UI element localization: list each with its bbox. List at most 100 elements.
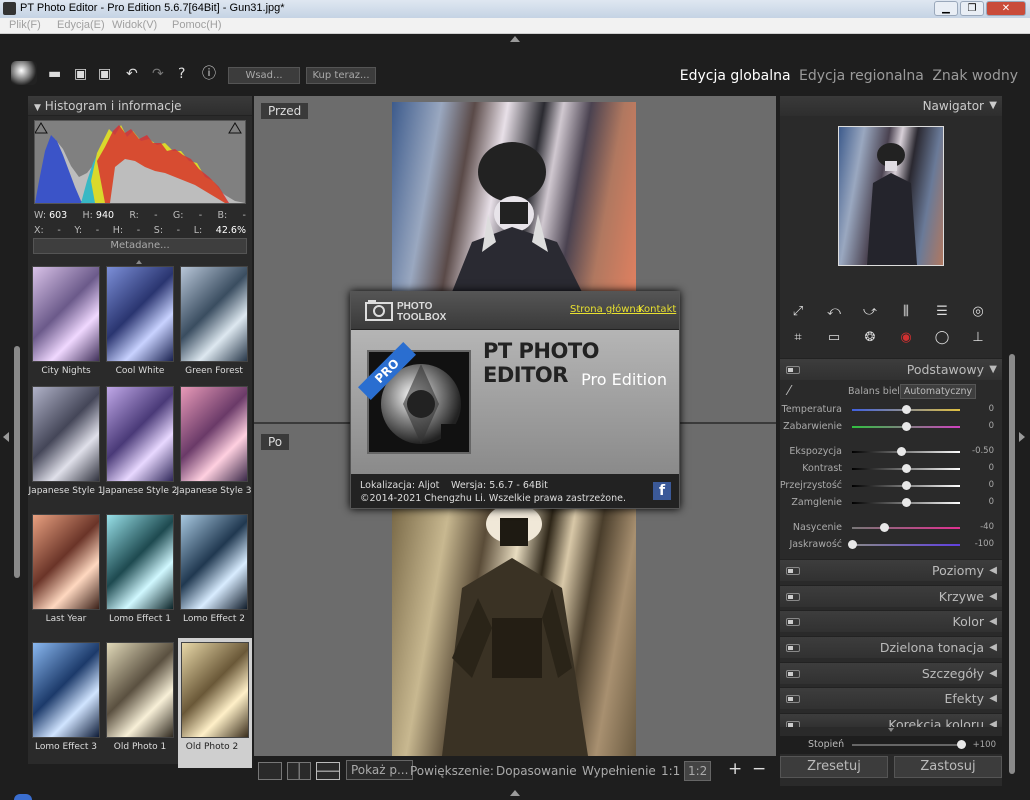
taskbar-start-icon[interactable] <box>14 794 32 800</box>
slider-track[interactable] <box>852 527 960 529</box>
open-folder-icon[interactable]: ▬ <box>48 67 61 81</box>
navigator-thumbnail[interactable] <box>838 126 944 266</box>
preset-city-nights[interactable]: City Nights <box>32 266 104 392</box>
tab-global-edit[interactable]: Edycja globalna <box>680 68 791 84</box>
details-section-header[interactable]: Szczegóły ◀ <box>780 662 1002 684</box>
fit-button[interactable]: Dopasowanie <box>496 764 577 778</box>
degree-knob[interactable] <box>957 740 966 749</box>
toggle-icon[interactable] <box>786 695 800 703</box>
show-original-button[interactable]: Pokaż p... <box>346 760 414 780</box>
zoom-in-icon[interactable]: + <box>728 759 742 779</box>
left-scrollbar[interactable] <box>14 346 20 578</box>
resize-icon[interactable]: ⤢ <box>789 304 807 320</box>
metadata-button[interactable]: Metadane... <box>33 238 247 254</box>
white-balance-select[interactable]: Automatyczny <box>900 384 976 399</box>
preset-japanese-style-1[interactable]: Japanese Style 1 <box>29 386 104 512</box>
lens-correction-icon[interactable]: ◎ <box>969 304 987 320</box>
preset-green-forest[interactable]: Green Forest <box>180 266 252 392</box>
contact-link[interactable]: Kontakt <box>638 304 676 315</box>
apply-button[interactable]: Zastosuj <box>894 756 1002 778</box>
toggle-icon[interactable] <box>786 366 800 374</box>
toggle-icon[interactable] <box>786 567 800 575</box>
buy-now-button[interactable]: Kup teraz... <box>306 67 376 84</box>
red-eye-icon[interactable]: ◉ <box>897 330 915 346</box>
help-icon[interactable]: ? <box>178 67 185 81</box>
collapse-left-arrow-icon[interactable] <box>3 432 9 442</box>
home-page-link[interactable]: Strona główna <box>570 304 642 315</box>
vignette-icon[interactable]: ❂ <box>861 330 879 346</box>
restore-icon[interactable]: ❐ <box>960 1 984 16</box>
spot-removal-icon[interactable]: ◯ <box>933 330 951 346</box>
facebook-icon[interactable]: f <box>653 482 671 500</box>
color-correction-section-header[interactable]: Korekcja koloru ◀ <box>780 713 1002 727</box>
splitter-arrow-icon[interactable] <box>136 260 142 264</box>
tab-watermark[interactable]: Znak wodny <box>932 68 1018 84</box>
slider-knob[interactable] <box>880 523 889 532</box>
rotate-right-icon[interactable]: ⤻ <box>861 304 879 320</box>
preset-japanese-style-3[interactable]: Japanese Style 3 <box>177 386 252 512</box>
collapse-bottom-arrow-icon[interactable] <box>510 790 520 796</box>
preset-old-photo-1[interactable]: Old Photo 1 <box>106 642 178 768</box>
levels-section-header[interactable]: Poziomy ◀ <box>780 559 1002 581</box>
batch-button[interactable]: Wsad... <box>228 67 300 84</box>
menu-view[interactable]: Widok(V) <box>112 19 157 31</box>
crop-icon[interactable]: ⌗ <box>789 330 807 346</box>
toggle-icon[interactable] <box>786 618 800 626</box>
toggle-icon[interactable] <box>786 721 800 727</box>
tab-regional-edit[interactable]: Edycja regionalna <box>799 68 924 84</box>
flip-horizontal-icon[interactable]: ⫼ <box>897 304 915 320</box>
slider-knob[interactable] <box>848 540 857 549</box>
clone-stamp-icon[interactable]: ⊥ <box>969 330 987 346</box>
save-as-icon[interactable]: ▣ <box>98 67 111 81</box>
splitter-arrow-icon[interactable] <box>888 728 894 732</box>
navigator-header[interactable]: Nawigator ▼ <box>780 96 1002 116</box>
slider-knob[interactable] <box>902 498 911 507</box>
preset-lomo-effect-3[interactable]: Lomo Effect 3 <box>32 642 104 768</box>
slider-track[interactable] <box>852 451 960 453</box>
reset-button[interactable]: Zresetuj <box>780 756 888 778</box>
histogram-header[interactable]: ▼ Histogram i informacje <box>28 96 252 116</box>
slider-knob[interactable] <box>902 405 911 414</box>
toggle-icon[interactable] <box>786 593 800 601</box>
fill-button[interactable]: Wypełnienie <box>582 764 656 778</box>
toggle-icon[interactable] <box>786 644 800 652</box>
close-icon[interactable]: ✕ <box>986 1 1026 16</box>
zoom-1-1-button[interactable]: 1:1 <box>661 764 680 778</box>
slider-knob[interactable] <box>897 447 906 456</box>
curves-section-header[interactable]: Krzywe ◀ <box>780 585 1002 607</box>
single-view-icon[interactable] <box>258 762 282 780</box>
menu-edit[interactable]: Edycja(E) <box>57 19 105 31</box>
toggle-icon[interactable] <box>786 670 800 678</box>
preset-last-year[interactable]: Last Year <box>32 514 104 640</box>
slider-knob[interactable] <box>902 481 911 490</box>
minimize-icon[interactable]: ▁ <box>934 1 958 16</box>
preset-old-photo-2[interactable]: Old Photo 2 <box>178 638 252 768</box>
basic-section-header[interactable]: Podstawowy ▼ <box>780 358 1002 380</box>
split-view-icon[interactable] <box>316 762 340 780</box>
color-section-header[interactable]: Kolor ◀ <box>780 610 1002 632</box>
zoom-out-icon[interactable]: − <box>752 759 766 779</box>
eyedropper-icon[interactable]: ⁄ <box>788 384 790 399</box>
right-scrollbar[interactable] <box>1009 354 1015 774</box>
preset-cool-white[interactable]: Cool White <box>106 266 178 392</box>
preset-lomo-effect-1[interactable]: Lomo Effect 1 <box>106 514 178 640</box>
navigator[interactable] <box>780 116 1002 292</box>
rotate-left-icon[interactable]: ⤺ <box>825 304 843 320</box>
redo-icon[interactable]: ↷ <box>152 67 164 81</box>
flip-vertical-icon[interactable]: ☰ <box>933 304 951 320</box>
slider-knob[interactable] <box>902 422 911 431</box>
collapse-top-arrow-icon[interactable] <box>510 36 520 42</box>
split-toning-section-header[interactable]: Dzielona tonacja ◀ <box>780 636 1002 658</box>
menu-file[interactable]: Plik(F) <box>9 19 41 31</box>
side-by-side-view-icon[interactable] <box>287 762 311 780</box>
straighten-icon[interactable]: ▭ <box>825 330 843 346</box>
save-icon[interactable]: ▣ <box>74 67 87 81</box>
info-icon[interactable]: ⓘ <box>202 67 216 81</box>
degree-track[interactable] <box>852 744 960 746</box>
effects-section-header[interactable]: Efekty ◀ <box>780 687 1002 709</box>
collapse-right-arrow-icon[interactable] <box>1019 432 1025 442</box>
zoom-1-2-button[interactable]: 1:2 <box>684 761 712 781</box>
preset-lomo-effect-2[interactable]: Lomo Effect 2 <box>180 514 252 640</box>
undo-icon[interactable]: ↶ <box>126 67 138 81</box>
menu-help[interactable]: Pomoc(H) <box>172 19 222 31</box>
